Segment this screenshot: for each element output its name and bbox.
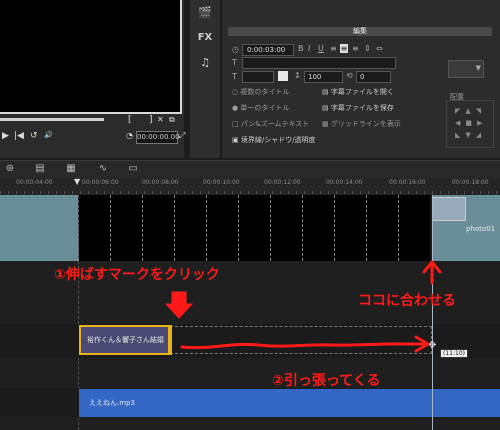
annotation-arrows [164, 260, 442, 353]
down-arrow-icon [164, 291, 194, 319]
drag-arrow-icon [180, 335, 430, 353]
up-arrow-icon [422, 260, 442, 285]
